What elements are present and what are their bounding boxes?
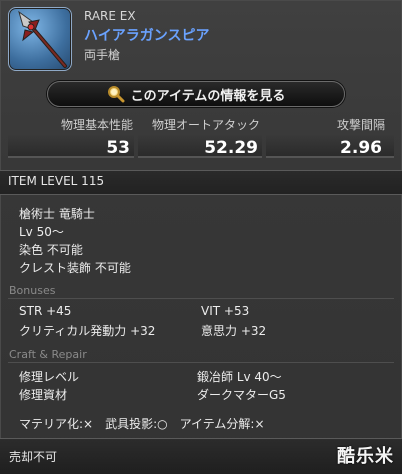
repair-material-label: 修理資材 xyxy=(19,388,68,402)
repair-level-value: 鍛冶師 Lv 40～ xyxy=(197,370,282,384)
crest-info: クレスト装飾 不可能 xyxy=(19,261,131,275)
item-category: 両手槍 xyxy=(84,48,121,62)
item-icon xyxy=(8,7,72,71)
bonuses-heading: Bonuses xyxy=(9,284,56,297)
craft-repair-divider xyxy=(8,362,394,363)
bonus-vit: VIT +53 xyxy=(201,304,250,318)
view-item-info-label: このアイテムの情報を見る xyxy=(130,88,286,104)
dye-info: 染色 不可能 xyxy=(19,243,83,257)
stat-label-delay: 攻撃間隔 xyxy=(337,118,386,132)
bonus-mind: 意思力 +32 xyxy=(201,324,267,338)
repair-level-label: 修理レベル xyxy=(19,370,80,384)
item-name: ハイアラガンスピア xyxy=(84,28,210,44)
bonus-str: STR +45 xyxy=(19,304,72,318)
level-requirement: Lv 50～ xyxy=(19,225,64,239)
stat-value-auto-attack: 52.29 xyxy=(204,138,258,158)
spear-icon xyxy=(18,10,67,68)
item-level: ITEM LEVEL 115 xyxy=(8,174,105,188)
repair-material-value: ダークマターG5 xyxy=(197,388,286,402)
rarity-label: RARE EX xyxy=(84,9,136,23)
magnifier-icon xyxy=(107,86,125,103)
watermark: 酷乐米 xyxy=(337,446,394,467)
stat-label-auto-attack: 物理オートアタック xyxy=(152,118,261,132)
bonus-critical: クリティカル発動力 +32 xyxy=(19,324,156,338)
craft-repair-heading: Craft & Repair xyxy=(9,348,87,361)
view-item-info-button[interactable]: このアイテムの情報を見る xyxy=(47,81,345,107)
sell-status: 売却不可 xyxy=(9,450,58,464)
stat-label-physical-damage: 物理基本性能 xyxy=(61,118,134,132)
bonuses-divider xyxy=(8,298,394,299)
class-job-requirement: 槍術士 竜騎士 xyxy=(19,207,95,221)
stat-value-physical-damage: 53 xyxy=(106,138,130,158)
stat-value-delay: 2.96 xyxy=(340,138,382,158)
craft-flags: マテリア化:× 武具投影:○ アイテム分解:× xyxy=(19,417,265,431)
